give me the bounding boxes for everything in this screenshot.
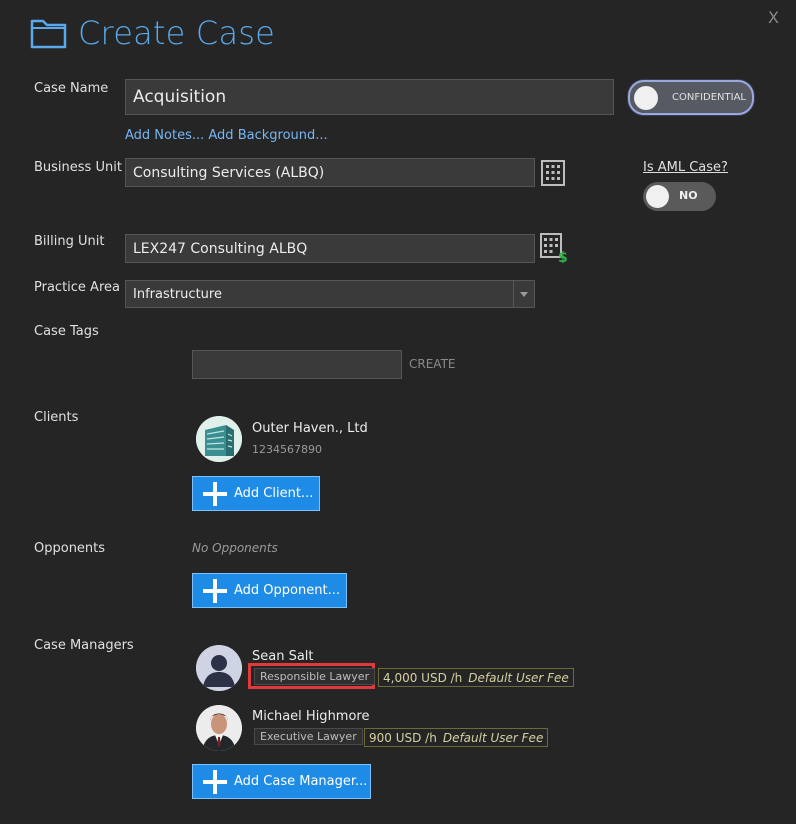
billing-unit-input[interactable]: LEX247 Consulting ALBQ: [125, 234, 535, 263]
confidential-label: CONFIDENTIAL: [672, 92, 747, 103]
case-name-input[interactable]: Acquisition: [125, 79, 614, 115]
add-client-button[interactable]: Add Client...: [192, 476, 320, 511]
manager-name[interactable]: Michael Highmore: [252, 709, 369, 724]
case-name-value: Acquisition: [133, 87, 227, 107]
user-avatar-icon: [196, 645, 242, 691]
client-name[interactable]: Outer Haven., Ltd: [252, 421, 368, 436]
add-case-manager-button[interactable]: Add Case Manager...: [192, 764, 371, 799]
toggle-knob: [634, 86, 658, 110]
add-notes-link[interactable]: Add Notes...: [125, 128, 204, 143]
client-number: 1234567890: [252, 443, 322, 456]
clients-label: Clients: [34, 410, 79, 425]
add-client-label: Add Client...: [234, 486, 314, 501]
svg-text:$: $: [558, 250, 568, 263]
manager-role-badge: Executive Lawyer: [254, 728, 363, 745]
manager-fee: 4,000 USD /h Default User Fee: [378, 668, 574, 687]
add-case-manager-label: Add Case Manager...: [234, 774, 368, 789]
fee-note: Default User Fee: [468, 670, 569, 685]
folder-icon: [30, 16, 68, 54]
fee-note: Default User Fee: [442, 730, 544, 745]
aml-toggle-knob: [646, 185, 669, 208]
add-background-link[interactable]: Add Background...: [208, 128, 327, 143]
fee-amount: 900 USD /h: [369, 730, 437, 745]
no-opponents-text: No Opponents: [192, 541, 278, 555]
aml-toggle[interactable]: NO: [643, 182, 716, 211]
create-tag-button[interactable]: CREATE: [409, 357, 456, 371]
practice-area-value: Infrastructure: [133, 286, 222, 302]
aml-label: Is AML Case?: [643, 160, 728, 175]
case-tags-input[interactable]: [192, 350, 402, 379]
plus-icon: [202, 769, 228, 795]
business-unit-input[interactable]: Consulting Services (ALBQ): [125, 158, 535, 187]
manager-fee: 900 USD /h Default User Fee: [364, 728, 549, 747]
aml-toggle-label: NO: [679, 189, 698, 202]
fee-amount: 4,000 USD /h: [383, 670, 463, 685]
building-dollar-icon[interactable]: $: [540, 233, 570, 267]
case-managers-label: Case Managers: [34, 638, 134, 653]
manager-photo: [196, 705, 242, 751]
billing-unit-label: Billing Unit: [34, 234, 105, 249]
opponents-label: Opponents: [34, 541, 106, 556]
case-name-label: Case Name: [34, 81, 109, 96]
close-button[interactable]: X: [768, 8, 779, 27]
business-unit-value: Consulting Services (ALBQ): [133, 164, 325, 181]
practice-area-label: Practice Area: [34, 280, 120, 295]
billing-unit-value: LEX247 Consulting ALBQ: [133, 240, 308, 257]
manager-name[interactable]: Sean Salt: [252, 649, 314, 664]
building-icon[interactable]: [541, 160, 565, 190]
dialog-title: Create Case: [78, 14, 276, 52]
manager-role-badge: Responsible Lawyer: [254, 668, 376, 685]
practice-area-select[interactable]: Infrastructure: [125, 280, 535, 308]
notes-links: Add Notes... Add Background...: [125, 128, 328, 143]
plus-icon: [202, 578, 228, 604]
plus-icon: [202, 481, 228, 507]
add-opponent-label: Add Opponent...: [234, 583, 340, 598]
chevron-down-icon: [513, 281, 534, 307]
confidential-toggle[interactable]: CONFIDENTIAL: [628, 80, 754, 115]
business-unit-label: Business Unit: [34, 160, 122, 175]
add-opponent-button[interactable]: Add Opponent...: [192, 573, 347, 608]
client-logo: [196, 416, 242, 462]
case-tags-label: Case Tags: [34, 324, 99, 339]
